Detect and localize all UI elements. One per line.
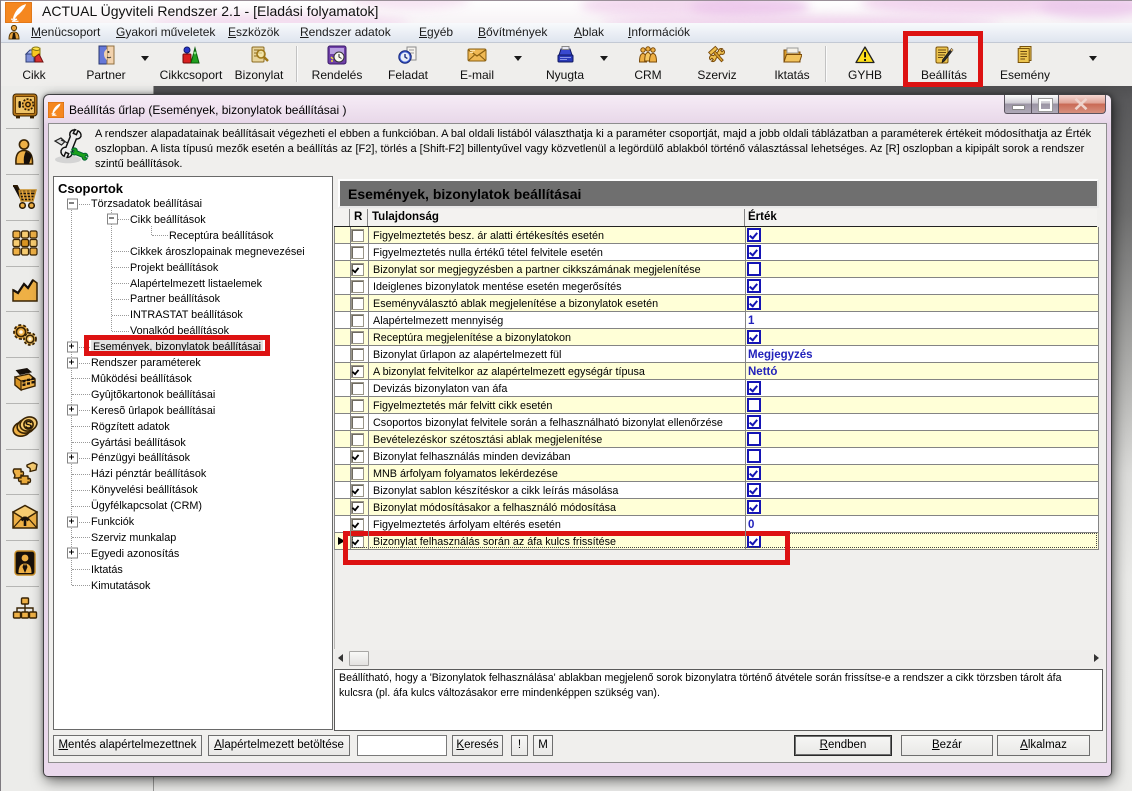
- svg-text:S: S: [25, 420, 32, 432]
